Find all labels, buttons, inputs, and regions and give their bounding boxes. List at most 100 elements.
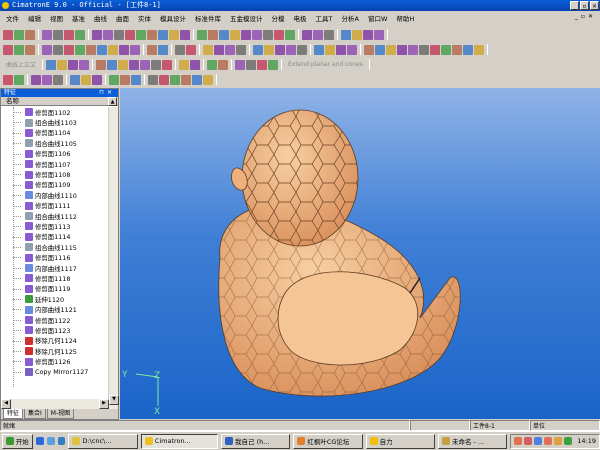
- tree-item[interactable]: 移除几何1124: [1, 336, 109, 346]
- sort-up-icon[interactable]: ▲: [108, 97, 117, 106]
- tree-item[interactable]: 修剪面1126: [1, 356, 109, 366]
- toolbar-button-icon[interactable]: [364, 44, 374, 55]
- toolbar-button-icon[interactable]: [147, 29, 157, 40]
- toolbar-button-icon[interactable]: [109, 74, 119, 85]
- toolbar-button-icon[interactable]: [158, 29, 168, 40]
- toolbar-button-icon[interactable]: [452, 44, 462, 55]
- toolbar-button-icon[interactable]: [79, 59, 90, 70]
- toolbar-button-icon[interactable]: [386, 44, 396, 55]
- toolbar-button-icon[interactable]: [325, 44, 335, 55]
- tree-item[interactable]: Copy Mirror1127: [1, 367, 109, 377]
- toolbar-button-icon[interactable]: [151, 59, 162, 70]
- toolbar-button-icon[interactable]: [14, 74, 24, 85]
- horizontal-scrollbar[interactable]: ◀ ▶: [1, 399, 109, 409]
- toolbar-button-icon[interactable]: [96, 59, 107, 70]
- toolbar-button-icon[interactable]: [14, 44, 24, 55]
- menu-item[interactable]: 窗口W: [368, 13, 387, 23]
- toolbar-button-icon[interactable]: [180, 29, 190, 40]
- toolbar-button-icon[interactable]: [140, 59, 151, 70]
- tray-icon[interactable]: [534, 437, 543, 445]
- tray-icon[interactable]: [554, 437, 563, 445]
- maximize-button[interactable]: ▫: [580, 1, 589, 10]
- taskbar-window-button[interactable]: 未命名 - ...: [437, 433, 508, 449]
- tray-icon[interactable]: [544, 437, 553, 445]
- scroll-down-button[interactable]: ▼: [109, 395, 119, 405]
- toolbar-button-icon[interactable]: [274, 29, 284, 40]
- toolbar-button-icon[interactable]: [297, 44, 307, 55]
- tree-item[interactable]: 修剪面1123: [1, 325, 109, 335]
- tree-item[interactable]: 组合曲线1112: [1, 211, 109, 221]
- tray-icon[interactable]: [564, 437, 573, 445]
- tree-item[interactable]: 修剪面1104: [1, 128, 109, 138]
- scroll-left-button[interactable]: ◀: [1, 399, 11, 409]
- tree-item[interactable]: 修剪面1106: [1, 149, 109, 159]
- toolbar-button-icon[interactable]: [81, 74, 91, 85]
- toolbar-button-icon[interactable]: [241, 29, 251, 40]
- toolbar-button-icon[interactable]: [235, 59, 246, 70]
- tray-icon[interactable]: [514, 437, 523, 445]
- toolbar-button-icon[interactable]: [257, 59, 268, 70]
- toolbar-button-icon[interactable]: [352, 29, 362, 40]
- toolbar-button-icon[interactable]: [175, 44, 185, 55]
- tree-item[interactable]: 内部曲线1110: [1, 190, 109, 200]
- menu-item[interactable]: 实体: [138, 13, 151, 23]
- toolbar-button-icon[interactable]: [158, 44, 168, 55]
- toolbar-button-icon[interactable]: [118, 59, 129, 70]
- toolbar-button-icon[interactable]: [363, 29, 373, 40]
- toolbar-button-icon[interactable]: [75, 44, 85, 55]
- toolbar-button-icon[interactable]: [252, 29, 262, 40]
- tab-m-view[interactable]: M-视图: [46, 409, 75, 419]
- toolbar-button-icon[interactable]: [285, 29, 295, 40]
- toolbar-button-icon[interactable]: [463, 44, 473, 55]
- menu-item[interactable]: 视图: [50, 13, 63, 23]
- menu-item[interactable]: 标准件库: [195, 13, 221, 23]
- desktop-icon[interactable]: [57, 437, 66, 445]
- tray-icon[interactable]: [524, 437, 533, 445]
- toolbar-button-icon[interactable]: [57, 59, 68, 70]
- tree-item[interactable]: 修剪面1111: [1, 201, 109, 211]
- toolbar-button-icon[interactable]: [92, 29, 102, 40]
- toolbar-button-icon[interactable]: [136, 29, 146, 40]
- toolbar-button-icon[interactable]: [347, 44, 357, 55]
- toolbar-button-icon[interactable]: [25, 29, 35, 40]
- toolbar-button-icon[interactable]: [207, 59, 218, 70]
- tree-item[interactable]: 修剪面1108: [1, 169, 109, 179]
- menu-item[interactable]: 模具设计: [160, 13, 186, 23]
- toolbar-button-icon[interactable]: [86, 44, 96, 55]
- tree-item[interactable]: 修剪面1113: [1, 221, 109, 231]
- toolbar-button-icon[interactable]: [42, 44, 52, 55]
- toolbar-button-icon[interactable]: [190, 59, 201, 70]
- toolbar-button-icon[interactable]: [148, 74, 158, 85]
- toolbar-button-icon[interactable]: [203, 44, 213, 55]
- toolbar-button-icon[interactable]: [268, 59, 279, 70]
- tree-item[interactable]: 延伸1120: [1, 294, 109, 304]
- tree-item[interactable]: 组合曲线1115: [1, 242, 109, 252]
- toolbar-button-icon[interactable]: [114, 29, 124, 40]
- toolbar-button-icon[interactable]: [203, 74, 213, 85]
- toolbar-button-icon[interactable]: [336, 44, 346, 55]
- toolbar-button-icon[interactable]: [131, 74, 141, 85]
- tab-sets[interactable]: 集合I: [24, 409, 46, 419]
- toolbar-button-icon[interactable]: [441, 44, 451, 55]
- tree-item[interactable]: 移除几何1125: [1, 346, 109, 356]
- toolbar-button-icon[interactable]: [218, 59, 229, 70]
- toolbar-button-icon[interactable]: [147, 44, 157, 55]
- toolbar-button-icon[interactable]: [64, 44, 74, 55]
- toolbar-button-icon[interactable]: [14, 29, 24, 40]
- vertical-scrollbar[interactable]: ▼: [108, 107, 119, 419]
- toolbar-button-icon[interactable]: [179, 59, 190, 70]
- toolbar-button-icon[interactable]: [246, 59, 257, 70]
- toolbar-button-icon[interactable]: [408, 44, 418, 55]
- toolbar-button-icon[interactable]: [264, 44, 274, 55]
- menu-item[interactable]: 五金模设计: [230, 13, 263, 23]
- toolbar-button-icon[interactable]: [302, 29, 312, 40]
- menu-item[interactable]: 编辑: [28, 13, 41, 23]
- toolbar-button-icon[interactable]: [430, 44, 440, 55]
- tree-item[interactable]: 修剪面1107: [1, 159, 109, 169]
- toolbar-button-icon[interactable]: [75, 29, 85, 40]
- toolbar-button-icon[interactable]: [314, 44, 324, 55]
- tree-item[interactable]: 修剪面1109: [1, 180, 109, 190]
- toolbar-button-icon[interactable]: [263, 29, 273, 40]
- tree-item[interactable]: 修剪面1118: [1, 273, 109, 283]
- toolbar-button-icon[interactable]: [3, 74, 13, 85]
